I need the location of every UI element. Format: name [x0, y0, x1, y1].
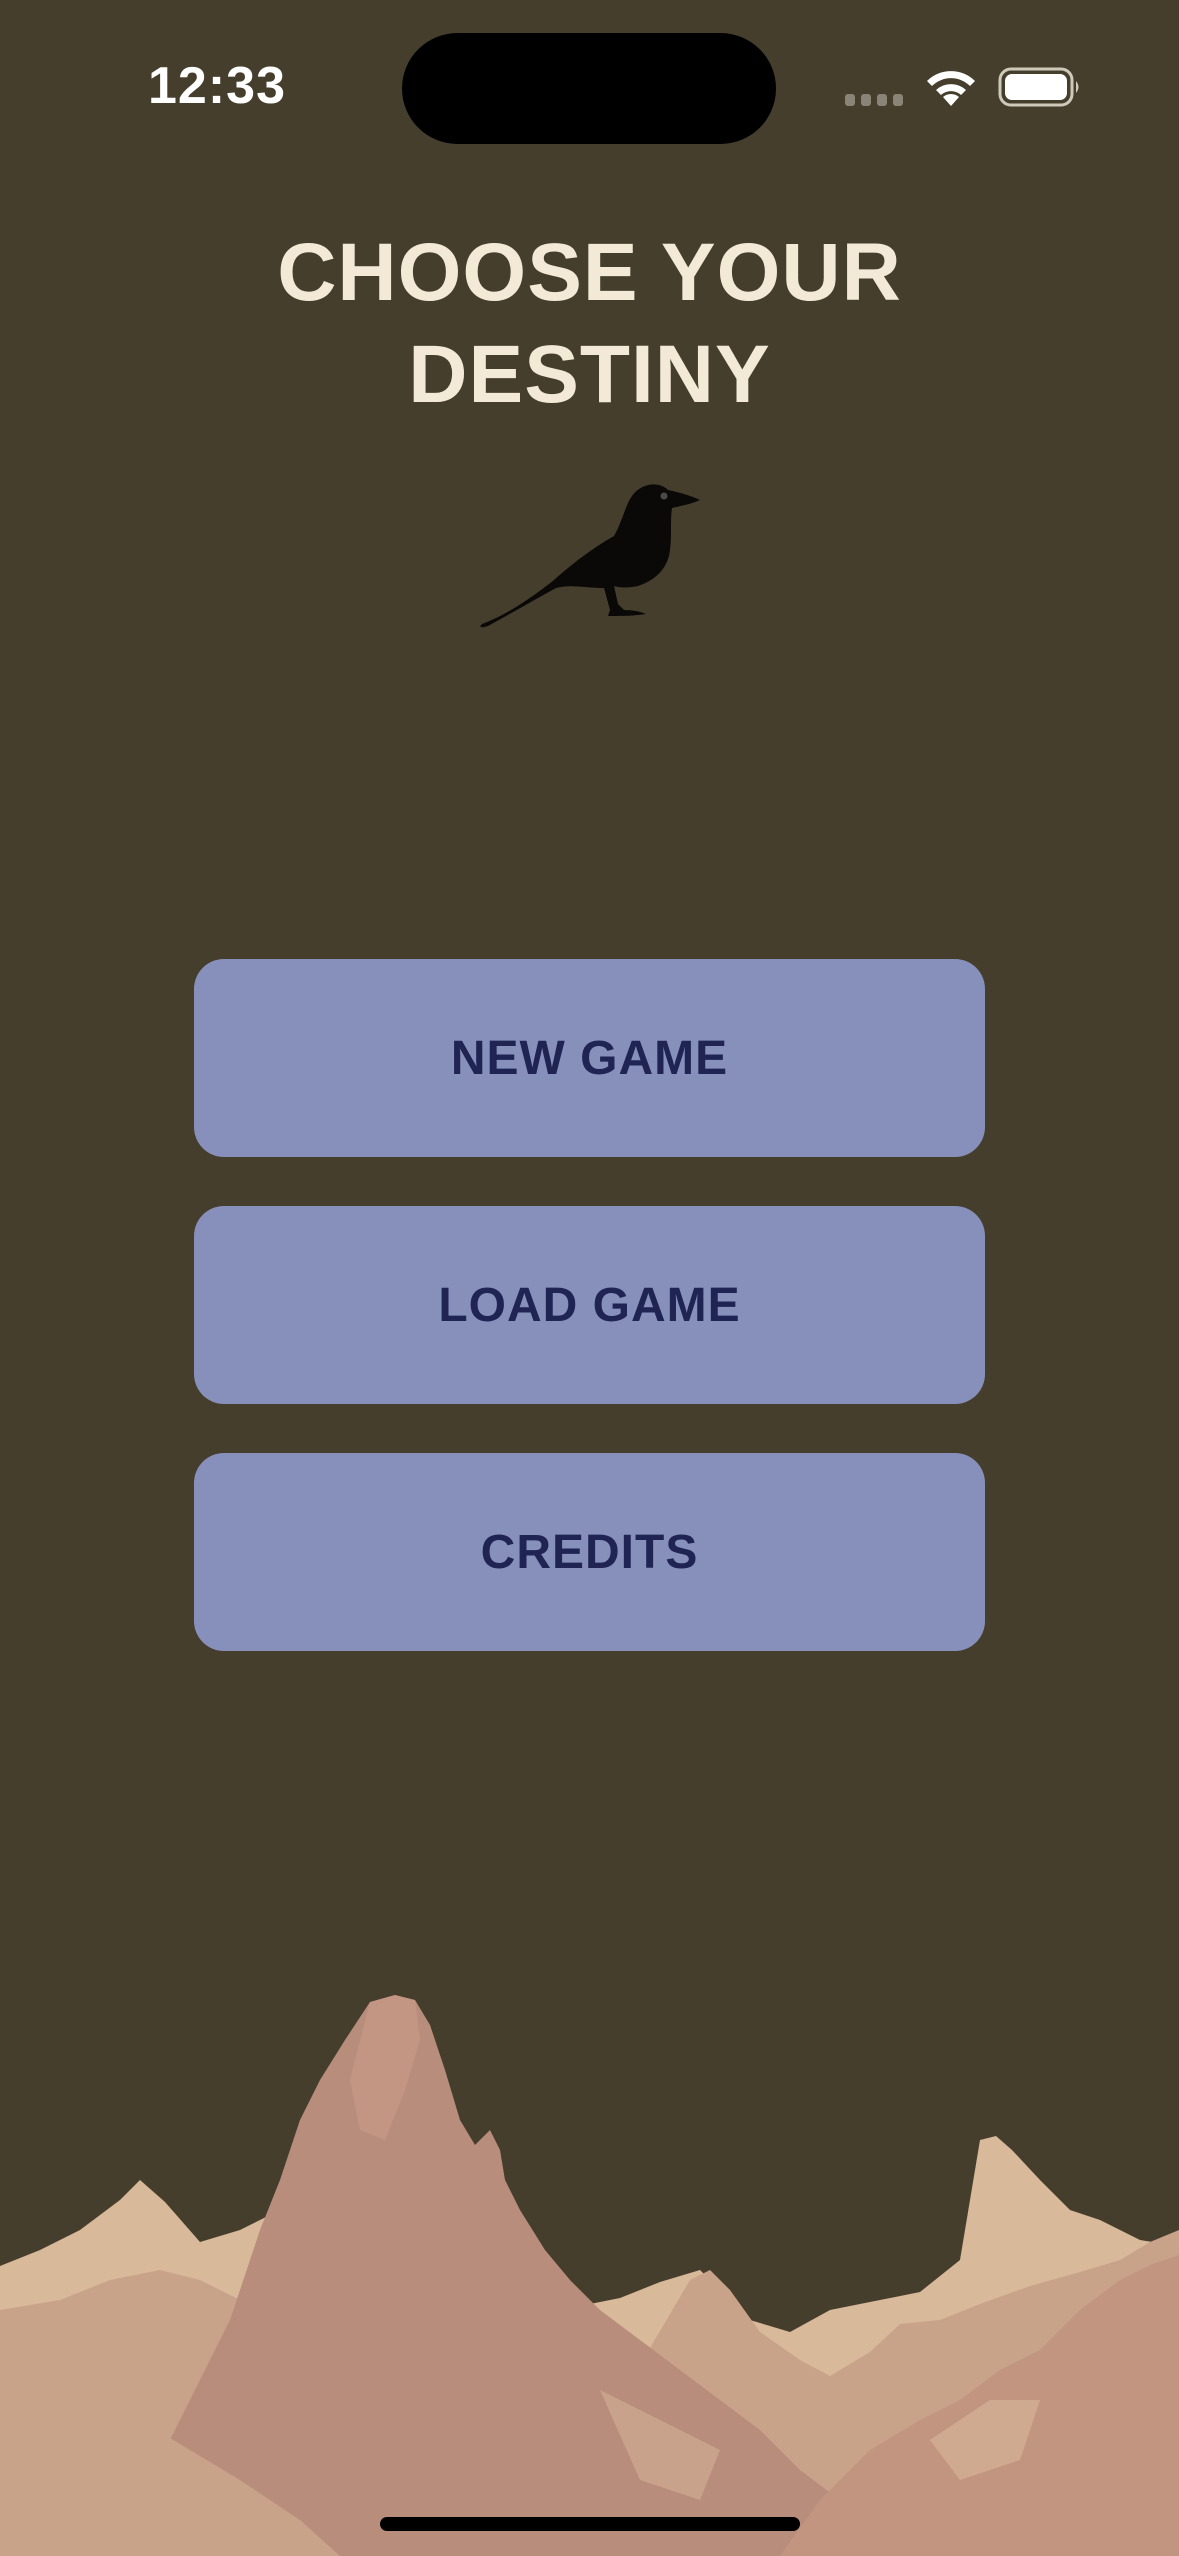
mountains-illustration: [0, 1995, 1179, 2556]
wifi-icon: [927, 71, 975, 106]
new-game-button[interactable]: NEW GAME: [194, 959, 985, 1157]
cellular-signal-icon: [845, 94, 903, 106]
dynamic-island: [402, 33, 776, 144]
crow-icon: [480, 484, 700, 628]
credits-button[interactable]: CREDITS: [194, 1453, 985, 1651]
battery-icon: [998, 67, 1079, 107]
home-indicator[interactable]: [380, 2517, 800, 2531]
title-line-2: DESTINY: [408, 329, 771, 420]
title-line-1: CHOOSE YOUR: [277, 227, 902, 318]
main-menu-screen: 12:33 CHOOSE YOUR DESTINY NEW GAME LOAD …: [0, 0, 1179, 2556]
status-time: 12:33: [148, 57, 286, 115]
page-title: CHOOSE YOUR DESTINY: [0, 222, 1179, 426]
load-game-button[interactable]: LOAD GAME: [194, 1206, 985, 1404]
